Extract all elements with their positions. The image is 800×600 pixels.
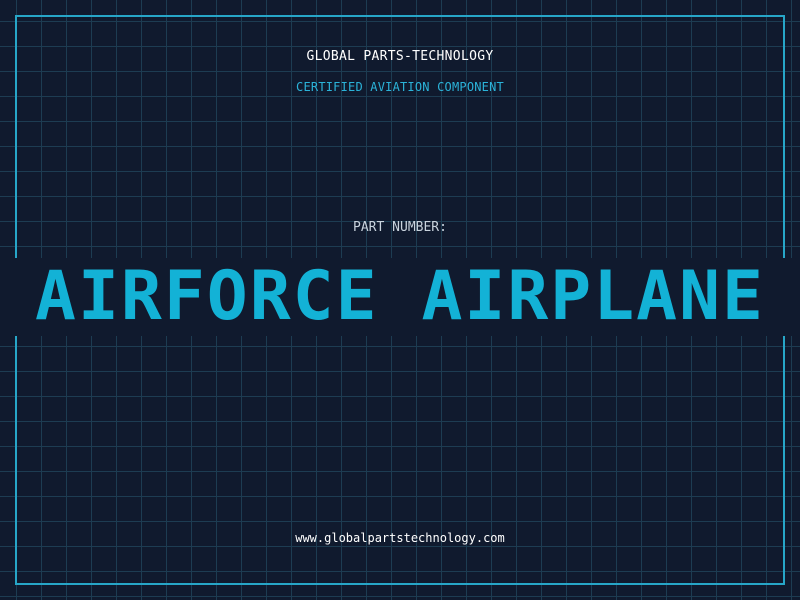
company-name: GLOBAL PARTS-TECHNOLOGY bbox=[306, 49, 494, 64]
certificate-page: GLOBAL PARTS-TECHNOLOGY CERTIFIED AVIATI… bbox=[0, 0, 800, 600]
tagline: CERTIFIED AVIATION COMPONENT bbox=[296, 80, 504, 94]
part-number-value: AIRFORCE AIRPLANE bbox=[35, 257, 765, 336]
part-number-label: PART NUMBER: bbox=[353, 220, 447, 235]
website-url: www.globalpartstechnology.com bbox=[295, 531, 505, 545]
